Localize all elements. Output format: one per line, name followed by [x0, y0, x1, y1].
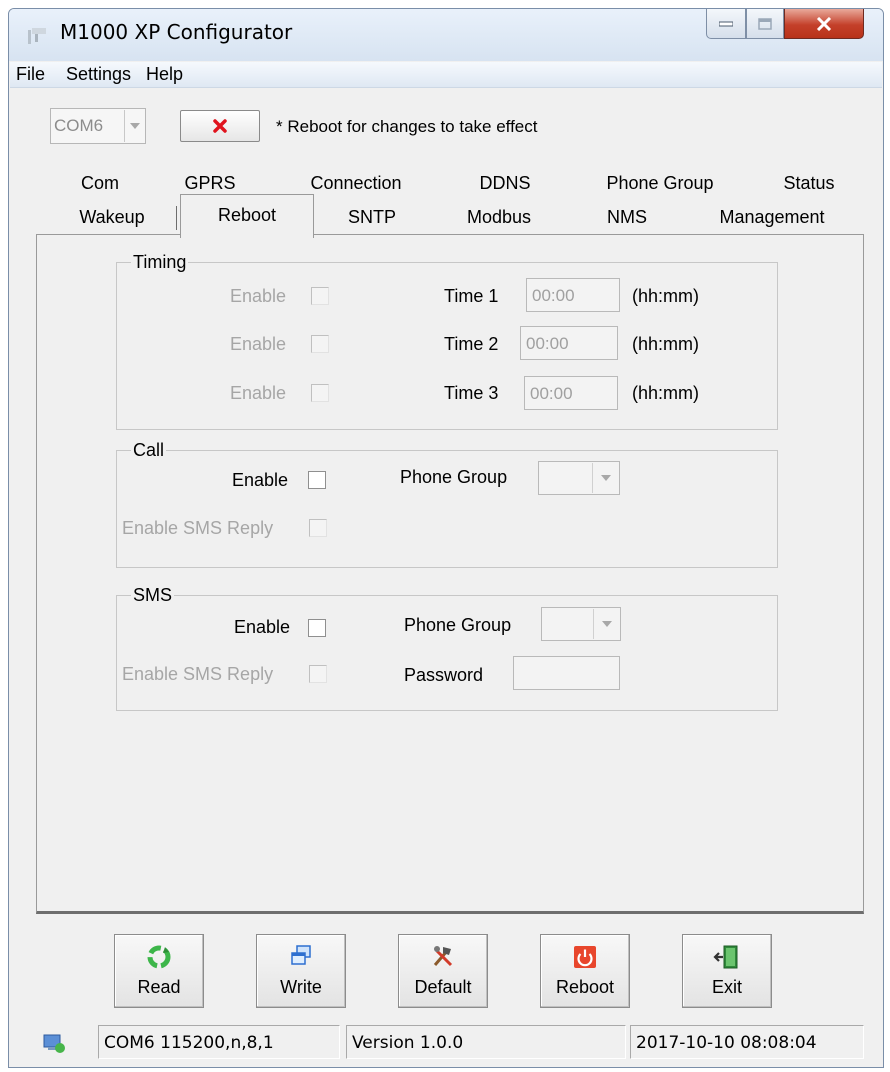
write-button[interactable]: Write — [256, 934, 346, 1008]
call-enable-label: Enable — [232, 470, 289, 490]
sms-sms-reply-checkbox[interactable] — [309, 665, 327, 683]
exit-door-icon — [713, 945, 738, 969]
maximize-button[interactable] — [746, 9, 784, 39]
tab-com[interactable]: Com — [48, 168, 153, 200]
write-windows-icon — [291, 945, 311, 965]
default-button-label: Default — [414, 977, 472, 997]
tab-ddns[interactable]: DDNS — [444, 168, 567, 200]
tab-phone-group[interactable]: Phone Group — [566, 168, 755, 200]
sms-phone-group-label: Phone Group — [404, 615, 512, 635]
sms-sms-reply-label: Enable SMS Reply — [122, 664, 274, 684]
tab-wakeup[interactable]: Wakeup — [48, 202, 177, 234]
tools-icon — [433, 946, 453, 967]
sms-password-label: Password — [404, 665, 484, 685]
minimize-button[interactable] — [706, 9, 746, 39]
exit-button[interactable]: Exit — [682, 934, 772, 1008]
call-phone-group-select[interactable] — [538, 461, 620, 495]
sms-group: SMS — [116, 585, 778, 711]
chevron-down-icon — [593, 609, 619, 639]
call-sms-reply-label: Enable SMS Reply — [122, 518, 274, 538]
time1-unit: (hh:mm) — [632, 286, 699, 306]
menu-bar — [10, 62, 882, 88]
sms-enable-label: Enable — [234, 617, 291, 637]
timing-enable-checkbox-1[interactable] — [311, 287, 329, 305]
com-port-value: COM6 — [54, 116, 104, 135]
read-button-label: Read — [137, 977, 181, 997]
reboot-button[interactable]: Reboot — [540, 934, 630, 1008]
recycle-icon — [147, 945, 171, 969]
maximize-icon — [758, 17, 772, 30]
time2-label: Time 2 — [444, 334, 499, 354]
tab-reboot[interactable]: Reboot — [180, 194, 314, 238]
timing-enable-checkbox-2[interactable] — [311, 335, 329, 353]
timing-legend: Timing — [133, 252, 187, 272]
status-version: Version 1.0.0 — [346, 1025, 626, 1059]
tab-nms[interactable]: NMS — [570, 202, 685, 234]
status-datetime: 2017-10-10 08:08:04 — [630, 1025, 864, 1059]
call-sms-reply-checkbox[interactable] — [309, 519, 327, 537]
window-title: M1000 XP Configurator — [60, 20, 293, 44]
sms-phone-group-select[interactable] — [541, 607, 621, 641]
timing-enable-checkbox-3[interactable] — [311, 384, 329, 402]
close-icon — [816, 16, 832, 31]
call-group: Call — [116, 440, 778, 568]
reboot-button-label: Reboot — [555, 977, 615, 997]
minimize-icon — [719, 21, 733, 26]
read-button[interactable]: Read — [114, 934, 204, 1008]
menu-settings[interactable]: Settings — [66, 64, 131, 85]
timing-enable-label-2: Enable — [230, 334, 287, 354]
time1-label: Time 1 — [444, 286, 499, 306]
time3-input[interactable]: 00:00 — [524, 376, 618, 410]
menu-file[interactable]: File — [16, 64, 45, 85]
time2-unit: (hh:mm) — [632, 334, 699, 354]
default-button[interactable]: Default — [398, 934, 488, 1008]
sms-legend: SMS — [133, 585, 173, 605]
call-legend: Call — [133, 440, 165, 460]
close-button[interactable] — [784, 9, 864, 39]
connection-status-icon — [40, 1032, 70, 1054]
status-port: COM6 115200,n,8,1 — [98, 1025, 340, 1059]
timing-enable-label-3: Enable — [230, 383, 287, 403]
tab-modbus[interactable]: Modbus — [428, 202, 571, 234]
sms-password-input[interactable] — [513, 656, 620, 690]
close-x-icon — [213, 119, 227, 133]
write-button-label: Write — [280, 977, 322, 997]
timing-enable-label-1: Enable — [230, 286, 287, 306]
reboot-note: * Reboot for changes to take effect — [276, 117, 538, 136]
time2-input[interactable]: 00:00 — [520, 326, 618, 360]
tab-management[interactable]: Management — [684, 202, 860, 234]
time1-input[interactable]: 00:00 — [526, 278, 620, 312]
power-icon — [574, 946, 596, 968]
time3-unit: (hh:mm) — [632, 383, 699, 403]
tab-sntp[interactable]: SNTP — [316, 202, 429, 234]
sms-enable-checkbox[interactable] — [308, 619, 326, 637]
chevron-down-icon[interactable] — [124, 110, 144, 142]
exit-button-label: Exit — [711, 977, 742, 997]
app-icon — [26, 24, 48, 46]
call-enable-checkbox[interactable] — [308, 471, 326, 489]
disconnect-button[interactable] — [180, 110, 260, 142]
call-phone-group-label: Phone Group — [400, 467, 508, 487]
chevron-down-icon — [592, 463, 618, 493]
tab-status[interactable]: Status — [754, 168, 864, 200]
menu-help[interactable]: Help — [146, 64, 183, 85]
time3-label: Time 3 — [444, 383, 499, 403]
